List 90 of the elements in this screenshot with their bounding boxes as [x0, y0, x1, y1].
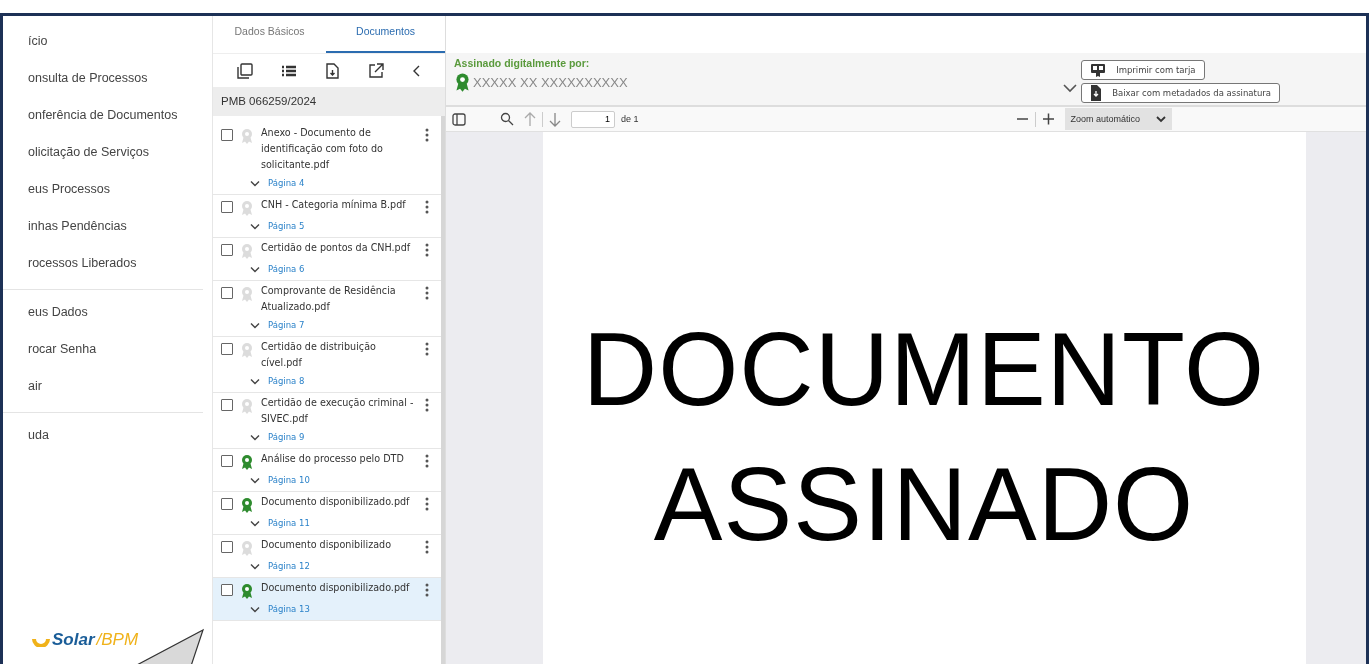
page-link[interactable]: Página 9: [268, 432, 305, 442]
nav-link[interactable]: onsulta de Processos: [28, 69, 212, 106]
more-options-icon[interactable]: [425, 200, 429, 214]
page-link[interactable]: Página 7: [268, 320, 305, 330]
checkbox[interactable]: [221, 399, 233, 411]
page-link[interactable]: Página 10: [268, 475, 310, 485]
chevron-down-icon[interactable]: [250, 222, 260, 230]
tab[interactable]: Dados Básicos: [213, 16, 327, 53]
nav-link[interactable]: eus Processos: [28, 180, 212, 217]
checkbox[interactable]: [221, 584, 233, 596]
document-item[interactable]: Documento disponibilizado.pdf Página 13: [213, 578, 441, 621]
signer-name: XXXXX XX XXXXXXXXXX: [473, 74, 628, 90]
print-button[interactable]: Imprimir com tarja: [1081, 60, 1205, 80]
page-link[interactable]: Página 13: [268, 604, 310, 614]
external-link-icon[interactable]: [368, 62, 384, 79]
page-link[interactable]: Página 5: [268, 221, 305, 231]
more-options-icon[interactable]: [425, 398, 429, 412]
document-title: Documento disponibilizado: [261, 538, 393, 552]
chevron-down-icon[interactable]: [250, 476, 260, 484]
page-link[interactable]: Página 4: [268, 178, 305, 188]
file-download-icon[interactable]: [325, 62, 340, 79]
nav-link[interactable]: inhas Pendências: [28, 217, 212, 254]
document-text: ASSINADO: [653, 446, 1195, 564]
logo-text: /BPM: [96, 630, 139, 650]
more-options-icon[interactable]: [425, 583, 429, 597]
page-link[interactable]: Página 11: [268, 518, 310, 528]
logo-text: Solar: [52, 630, 95, 650]
process-number: PMB 066259/2024: [213, 87, 445, 116]
checkbox[interactable]: [221, 343, 233, 355]
checkbox[interactable]: [221, 541, 233, 553]
chevron-left-icon[interactable]: [412, 64, 421, 77]
sidebar-toggle-icon[interactable]: [452, 112, 466, 126]
chevron-down-icon[interactable]: [250, 433, 260, 441]
nav-link[interactable]: ício: [28, 32, 212, 69]
document-title: Certidão de distribuição cível.pdf: [261, 340, 377, 370]
nav-link[interactable]: air: [28, 377, 212, 414]
chevron-down-icon[interactable]: [250, 265, 260, 273]
more-options-icon[interactable]: [425, 342, 429, 356]
signature-label: Assinado digitalmente por:: [454, 57, 591, 69]
document-title: Comprovante de Residência Atualizado.pdf: [261, 284, 397, 314]
document-text: DOCUMENTO: [582, 311, 1266, 429]
more-options-icon[interactable]: [425, 454, 429, 468]
nav-link[interactable]: uda: [28, 426, 212, 463]
award-ribbon-icon: [454, 72, 471, 92]
zoom-dropdown[interactable]: Zoom automático: [1064, 108, 1173, 130]
document-title: Anexo - Documento de identificação com foto do solicitante.pdf: [261, 126, 384, 172]
checkbox[interactable]: [221, 201, 233, 213]
plus-icon[interactable]: [1041, 113, 1055, 125]
document-title: Certidão de execução criminal - SIVEC.pdf: [261, 396, 414, 426]
checkbox[interactable]: [221, 455, 233, 467]
checkbox[interactable]: [221, 287, 233, 299]
document-title: Análise do processo pelo DTD: [261, 452, 405, 466]
page-link[interactable]: Página 8: [268, 376, 305, 386]
more-options-icon[interactable]: [425, 497, 429, 511]
checkbox[interactable]: [221, 498, 233, 510]
list-icon[interactable]: [281, 63, 297, 78]
more-options-icon[interactable]: [425, 243, 429, 257]
more-options-icon[interactable]: [425, 286, 429, 300]
checkbox[interactable]: [221, 244, 233, 256]
download-button[interactable]: Baixar com metadados da assinatura: [1081, 83, 1280, 103]
certificate-icon: [1090, 63, 1107, 77]
document-title: Certidão de pontos da CNH.pdf: [261, 241, 412, 255]
chevron-down-icon[interactable]: [1063, 83, 1078, 93]
document-title: CNH - Categoria mínima B.pdf: [261, 198, 407, 212]
page-total: de 1: [621, 114, 639, 124]
chevron-down-icon[interactable]: [250, 321, 260, 329]
chevron-down-icon[interactable]: [250, 562, 260, 570]
nav-link[interactable]: rocar Senha: [28, 340, 212, 377]
chevron-down-icon[interactable]: [250, 377, 260, 385]
nav-link[interactable]: eus Dados: [28, 303, 212, 340]
more-options-icon[interactable]: [425, 128, 429, 142]
document-title: Documento disponibilizado.pdf: [261, 581, 411, 595]
search-icon[interactable]: [500, 112, 514, 126]
page-link[interactable]: Página 6: [268, 264, 305, 274]
copy-icon[interactable]: [237, 62, 253, 79]
page-number-field[interactable]: 1: [571, 110, 615, 128]
chevron-down-icon[interactable]: [250, 605, 260, 613]
nav-link[interactable]: onferência de Documentos: [28, 106, 212, 143]
nav-link[interactable]: rocessos Liberados: [28, 254, 212, 291]
arrow-down-icon[interactable]: [549, 111, 561, 127]
file-download-icon: [1090, 85, 1103, 101]
page-link[interactable]: Página 12: [268, 561, 310, 571]
document-title: Documento disponibilizado.pdf: [261, 495, 411, 509]
chevron-down-icon[interactable]: [250, 519, 260, 527]
nav-link[interactable]: olicitação de Serviços: [28, 143, 212, 180]
tab[interactable]: Documentos: [326, 16, 445, 53]
more-options-icon[interactable]: [425, 540, 429, 554]
caret-icon: [1156, 115, 1167, 123]
chevron-down-icon[interactable]: [250, 179, 260, 187]
checkbox[interactable]: [221, 129, 233, 141]
